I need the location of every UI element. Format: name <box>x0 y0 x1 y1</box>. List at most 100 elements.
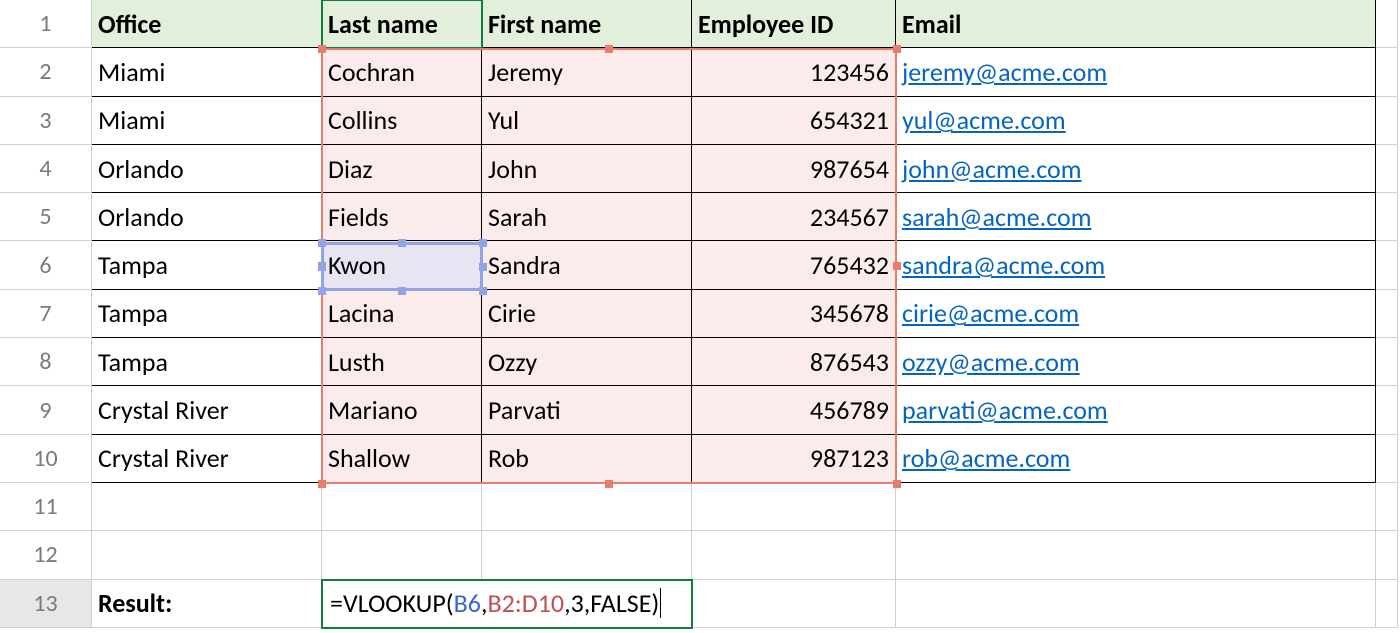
cell-A3[interactable]: Miami <box>92 97 322 145</box>
cell-E9[interactable]: parvati@acme.com <box>896 386 1376 434</box>
cell-A2[interactable]: Miami <box>92 48 322 96</box>
cell-C5[interactable]: Sarah <box>482 193 692 241</box>
cell-B9[interactable]: Mariano <box>322 386 482 434</box>
cell-F5[interactable] <box>1376 193 1398 241</box>
row-header-10[interactable]: 10 <box>0 435 92 483</box>
cell-F13[interactable] <box>1376 580 1398 628</box>
cell-F12[interactable] <box>1376 531 1398 579</box>
cell-C6[interactable]: Sandra <box>482 241 692 289</box>
row-header-6[interactable]: 6 <box>0 241 92 289</box>
cell-D3[interactable]: 654321 <box>692 97 896 145</box>
cell-C11[interactable] <box>482 483 692 531</box>
cell-C12[interactable] <box>482 531 692 579</box>
cell-C8[interactable]: Ozzy <box>482 338 692 386</box>
cell-E3[interactable]: yul@acme.com <box>896 97 1376 145</box>
spreadsheet[interactable]: 1 Office Last name First name Employee I… <box>0 0 1398 628</box>
row-header-5[interactable]: 5 <box>0 193 92 241</box>
cell-C7[interactable]: Cirie <box>482 290 692 338</box>
row-6: 6 Tampa Kwon Sandra 765432 sandra@acme.c… <box>0 241 1398 289</box>
cell-A13-result-label[interactable]: Result: <box>92 580 322 628</box>
cell-A10[interactable]: Crystal River <box>92 435 322 483</box>
cell-A4[interactable]: Orlando <box>92 145 322 193</box>
cell-E12[interactable] <box>896 531 1376 579</box>
cell-A9[interactable]: Crystal River <box>92 386 322 434</box>
cell-C2[interactable]: Jeremy <box>482 48 692 96</box>
row-header-11[interactable]: 11 <box>0 483 92 531</box>
cell-C9[interactable]: Parvati <box>482 386 692 434</box>
row-header-12[interactable]: 12 <box>0 531 92 579</box>
cell-B3[interactable]: Collins <box>322 97 482 145</box>
cell-E6[interactable]: sandra@acme.com <box>896 241 1376 289</box>
cell-B11[interactable] <box>322 483 482 531</box>
cell-E11[interactable] <box>896 483 1376 531</box>
row-header-7[interactable]: 7 <box>0 290 92 338</box>
row-header-1[interactable]: 1 <box>0 0 92 48</box>
cell-E4[interactable]: john@acme.com <box>896 145 1376 193</box>
cell-E7[interactable]: cirie@acme.com <box>896 290 1376 338</box>
cell-C10[interactable]: Rob <box>482 435 692 483</box>
cell-D9[interactable]: 456789 <box>692 386 896 434</box>
cell-E8[interactable]: ozzy@acme.com <box>896 338 1376 386</box>
row-7: 7 Tampa Lacina Cirie 345678 cirie@acme.c… <box>0 290 1398 338</box>
cell-F9[interactable] <box>1376 386 1398 434</box>
cell-A1[interactable]: Office <box>92 0 322 48</box>
row-header-8[interactable]: 8 <box>0 338 92 386</box>
cell-D2[interactable]: 123456 <box>692 48 896 96</box>
row-8: 8 Tampa Lusth Ozzy 876543 ozzy@acme.com <box>0 338 1398 386</box>
row-10: 10 Crystal River Shallow Rob 987123 rob@… <box>0 435 1398 483</box>
row-4: 4 Orlando Diaz John 987654 john@acme.com <box>0 145 1398 193</box>
cell-F1[interactable] <box>1376 0 1398 48</box>
formula-token-rp: ) <box>651 587 659 619</box>
cell-A8[interactable]: Tampa <box>92 338 322 386</box>
cell-F2[interactable] <box>1376 48 1398 96</box>
formula-token-arg3: 3 <box>571 587 584 619</box>
cell-F4[interactable] <box>1376 145 1398 193</box>
row-header-2[interactable]: 2 <box>0 48 92 96</box>
cell-E1[interactable]: Email <box>896 0 1376 48</box>
cell-D5[interactable]: 234567 <box>692 193 896 241</box>
row-header-4[interactable]: 4 <box>0 145 92 193</box>
cell-A12[interactable] <box>92 531 322 579</box>
cell-E5[interactable]: sarah@acme.com <box>896 193 1376 241</box>
row-header-13[interactable]: 13 <box>0 580 92 628</box>
cell-D4[interactable]: 987654 <box>692 145 896 193</box>
cell-E10[interactable]: rob@acme.com <box>896 435 1376 483</box>
cell-B1[interactable]: Last name <box>322 0 482 48</box>
cell-C1[interactable]: First name <box>482 0 692 48</box>
cell-B12[interactable] <box>322 531 482 579</box>
row-header-9[interactable]: 9 <box>0 386 92 434</box>
cell-B5[interactable]: Fields <box>322 193 482 241</box>
cell-F7[interactable] <box>1376 290 1398 338</box>
cell-B4[interactable]: Diaz <box>322 145 482 193</box>
cell-D6[interactable]: 765432 <box>692 241 896 289</box>
cell-F6[interactable] <box>1376 241 1398 289</box>
cell-A6[interactable]: Tampa <box>92 241 322 289</box>
cell-F8[interactable] <box>1376 338 1398 386</box>
row-header-3[interactable]: 3 <box>0 97 92 145</box>
row-2: 2 Miami Cochran Jeremy 123456 jeremy@acm… <box>0 48 1398 96</box>
cell-D7[interactable]: 345678 <box>692 290 896 338</box>
cell-F11[interactable] <box>1376 483 1398 531</box>
cell-C3[interactable]: Yul <box>482 97 692 145</box>
cell-B2[interactable]: Cochran <box>322 48 482 96</box>
cell-D11[interactable] <box>692 483 896 531</box>
cell-B10[interactable]: Shallow <box>322 435 482 483</box>
cell-E13[interactable] <box>896 580 1376 628</box>
cell-D12[interactable] <box>692 531 896 579</box>
cell-D10[interactable]: 987123 <box>692 435 896 483</box>
cell-E2[interactable]: jeremy@acme.com <box>896 48 1376 96</box>
cell-A11[interactable] <box>92 483 322 531</box>
cell-D8[interactable]: 876543 <box>692 338 896 386</box>
cell-B13-formula[interactable]: =VLOOKUP(B6,B2:D10,3,FALSE) <box>322 580 692 628</box>
cell-A5[interactable]: Orlando <box>92 193 322 241</box>
cell-B7[interactable]: Lacina <box>322 290 482 338</box>
row-11: 11 <box>0 483 1398 531</box>
cell-B8[interactable]: Lusth <box>322 338 482 386</box>
cell-F3[interactable] <box>1376 97 1398 145</box>
cell-C4[interactable]: John <box>482 145 692 193</box>
cell-B6[interactable]: Kwon <box>322 241 482 289</box>
cell-D13[interactable] <box>692 580 896 628</box>
cell-A7[interactable]: Tampa <box>92 290 322 338</box>
cell-D1[interactable]: Employee ID <box>692 0 896 48</box>
cell-F10[interactable] <box>1376 435 1398 483</box>
